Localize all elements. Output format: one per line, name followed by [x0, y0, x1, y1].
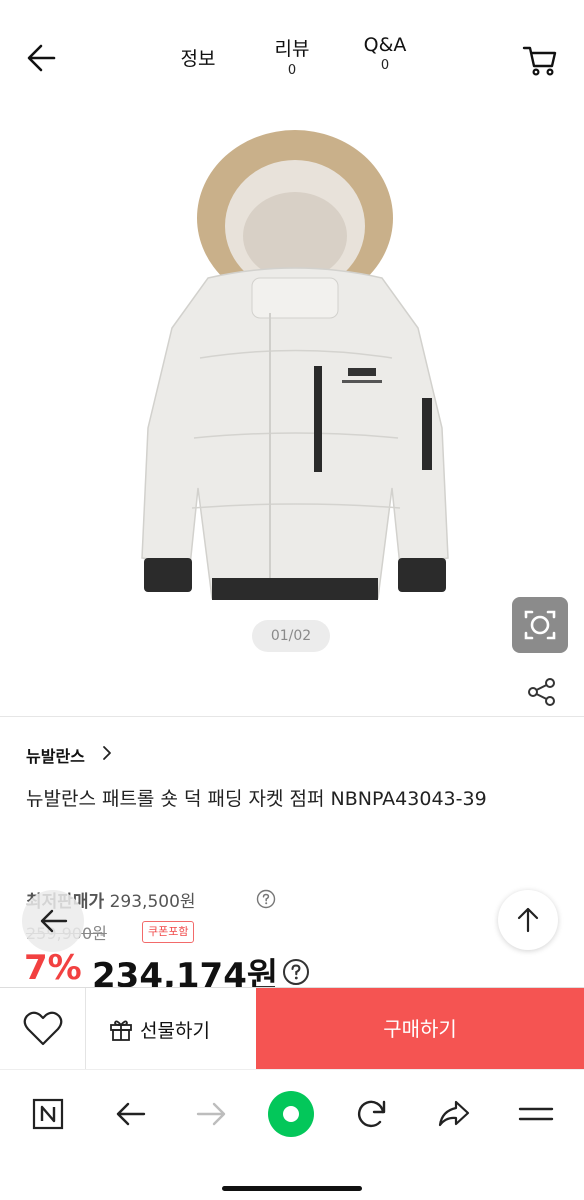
floating-back-button[interactable]	[22, 890, 84, 952]
cart-icon[interactable]	[520, 40, 560, 80]
naver-home-icon[interactable]	[26, 1092, 70, 1136]
arrow-left-icon[interactable]	[108, 1092, 152, 1136]
scroll-to-top-button[interactable]	[498, 890, 558, 950]
naver-green-dot-icon[interactable]	[266, 1089, 316, 1139]
chevron-right-icon	[100, 745, 114, 761]
image-pager: 01/02	[252, 620, 330, 652]
arrow-right-icon[interactable]	[190, 1092, 234, 1136]
gift-button[interactable]: 선물하기	[86, 988, 256, 1070]
gift-icon	[108, 1016, 134, 1042]
home-indicator	[222, 1186, 362, 1191]
lens-search-icon[interactable]	[512, 597, 568, 653]
forward-share-icon[interactable]	[432, 1092, 476, 1136]
product-image	[141, 130, 449, 600]
brand-link[interactable]: 뉴발란스	[26, 743, 85, 767]
product-name: 뉴발란스 패트롤 숏 덕 패딩 자켓 점퍼 NBNPA43043-39	[26, 788, 487, 810]
coupon-badge: 쿠폰포함	[142, 921, 195, 943]
share-icon[interactable]	[524, 674, 560, 710]
gift-button-label: 선물하기	[140, 1020, 210, 1042]
tab-review[interactable]: 리뷰 0	[262, 34, 322, 78]
discount-rate: 7%	[24, 948, 82, 988]
divider	[0, 716, 584, 717]
menu-icon[interactable]	[514, 1092, 558, 1136]
browser-toolbar	[0, 1069, 584, 1200]
help-circle-icon[interactable]	[256, 889, 276, 909]
refresh-icon[interactable]	[350, 1092, 394, 1136]
tab-review-count: 0	[287, 63, 297, 78]
tab-review-label: 리뷰	[274, 38, 310, 60]
tab-qna-label: Q&A	[363, 34, 407, 56]
help-circle-icon[interactable]	[282, 958, 310, 986]
purchase-bar: 선물하기 구매하기	[0, 987, 584, 1070]
tab-info-label: 정보	[180, 48, 216, 70]
back-arrow-icon[interactable]	[24, 40, 64, 76]
buy-button[interactable]: 구매하기	[256, 988, 584, 1070]
heart-icon[interactable]	[0, 988, 86, 1070]
tab-info[interactable]: 정보	[168, 44, 228, 71]
product-image-carousel[interactable]: 01/02	[0, 100, 584, 716]
top-navigation: 정보 리뷰 0 Q&A 0	[0, 0, 584, 100]
tab-qna-count: 0	[380, 58, 390, 73]
tab-qna[interactable]: Q&A 0	[352, 34, 418, 73]
lowest-price-value: 293,500원	[109, 892, 196, 912]
